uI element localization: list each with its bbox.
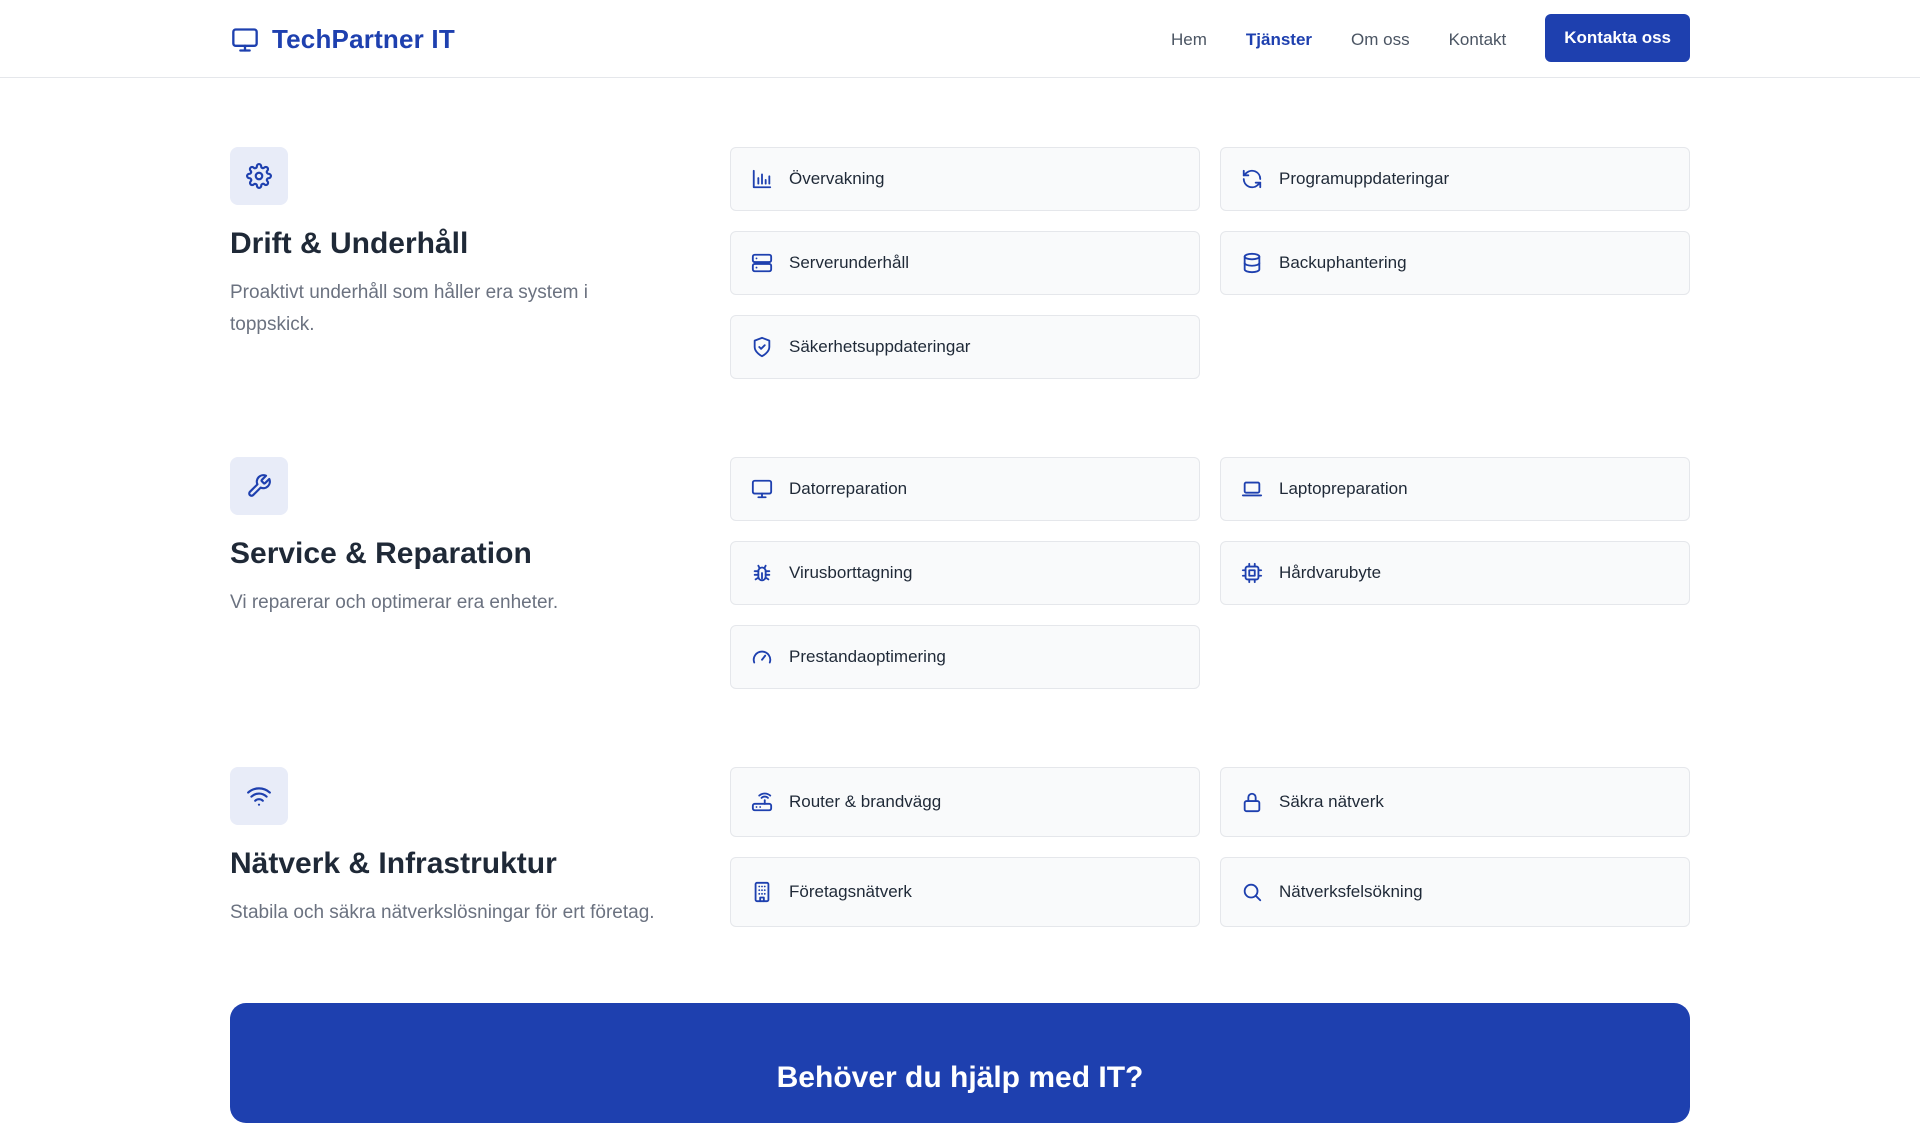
section-description: Stabila och säkra nätverkslösningar för … (230, 902, 655, 923)
service-label: Serverunderhåll (789, 253, 910, 272)
service-label: Säkra nätverk (1279, 792, 1384, 811)
gauge-icon (750, 645, 774, 669)
contact-us-button[interactable]: Kontakta oss (1545, 14, 1690, 62)
service-card-virusborttagning[interactable]: Virusborttagning (730, 541, 1200, 605)
laptop-icon (1240, 477, 1264, 501)
nav-link-om-oss[interactable]: Om oss (1351, 30, 1410, 50)
building-icon (750, 880, 774, 904)
service-label: Säkerhetsuppdateringar (789, 337, 971, 356)
router-icon (750, 790, 774, 814)
service-list: Router & brandvägg Säkra nätverk Företag… (730, 767, 1690, 927)
database-icon (1240, 251, 1264, 275)
service-label: Programuppdateringar (1279, 169, 1450, 188)
service-label: Backuphantering (1279, 253, 1407, 272)
wifi-icon (230, 767, 288, 825)
server-icon (750, 251, 774, 275)
brand-name: TechPartner IT (272, 24, 455, 54)
service-label: Router & brandvägg (789, 792, 942, 811)
service-card-prestandaoptimering[interactable]: Prestandaoptimering (730, 625, 1200, 689)
monitor-icon (750, 477, 774, 501)
section-title: Service & Reparation (230, 537, 532, 570)
service-card-datorreparation[interactable]: Datorreparation (730, 457, 1200, 521)
service-label: Företagsnätverk (789, 882, 912, 901)
service-card-laptopreparation[interactable]: Laptopreparation (1220, 457, 1690, 521)
section-description: Proaktivt underhåll som håller era syste… (230, 282, 588, 335)
service-list: Övervakning Programuppdateringar Serveru… (730, 147, 1690, 379)
service-card-programuppdateringar[interactable]: Programuppdateringar (1220, 147, 1690, 211)
cta-banner: Behöver du hjälp med IT? (230, 1003, 1690, 1123)
brand[interactable]: TechPartner IT (230, 24, 455, 55)
service-label: Nätverksfelsökning (1279, 882, 1423, 901)
service-card-router-brandvagg[interactable]: Router & brandvägg (730, 767, 1200, 837)
bar-chart-icon (750, 167, 774, 191)
service-card-natverksfelsokning[interactable]: Nätverksfelsökning (1220, 857, 1690, 927)
lock-icon (1240, 790, 1264, 814)
search-icon (1240, 880, 1264, 904)
cpu-icon (1240, 561, 1264, 585)
service-card-serverunderhall[interactable]: Serverunderhåll (730, 231, 1200, 295)
service-card-sakerhetsuppdateringar[interactable]: Säkerhetsuppdateringar (730, 315, 1200, 379)
refresh-icon (1240, 167, 1264, 191)
bug-icon (750, 561, 774, 585)
nav-link-tjanster[interactable]: Tjänster (1246, 30, 1312, 50)
service-card-overvakning[interactable]: Övervakning (730, 147, 1200, 211)
service-label: Virusborttagning (789, 563, 913, 582)
nav-link-kontakt[interactable]: Kontakt (1449, 30, 1507, 50)
service-list: Datorreparation Laptopreparation Virusbo… (730, 457, 1690, 689)
service-label: Hårdvarubyte (1279, 563, 1382, 582)
service-card-hardvarubyte[interactable]: Hårdvarubyte (1220, 541, 1690, 605)
service-card-foretagsnatverk[interactable]: Företagsnätverk (730, 857, 1200, 927)
section-title: Drift & Underhåll (230, 227, 469, 260)
monitor-icon (230, 25, 260, 55)
cta-title: Behöver du hjälp med IT? (776, 1061, 1144, 1094)
service-label: Prestandaoptimering (789, 647, 946, 666)
section-description: Vi reparerar och optimerar era enheter. (230, 592, 559, 613)
gear-icon (230, 147, 288, 205)
service-label: Datorreparation (789, 479, 908, 498)
section-title: Nätverk & Infrastruktur (230, 847, 557, 880)
main-nav: Hem Tjänster Om oss Kontakt Kontakta oss (1171, 14, 1690, 62)
site-header: TechPartner IT Hem Tjänster Om oss Konta… (0, 0, 1920, 78)
service-label: Laptopreparation (1279, 479, 1408, 498)
shield-check-icon (750, 335, 774, 359)
service-card-sakra-natverk[interactable]: Säkra nätverk (1220, 767, 1690, 837)
wrench-icon (230, 457, 288, 515)
service-card-backuphantering[interactable]: Backuphantering (1220, 231, 1690, 295)
nav-link-hem[interactable]: Hem (1171, 30, 1207, 50)
service-label: Övervakning (789, 169, 885, 188)
